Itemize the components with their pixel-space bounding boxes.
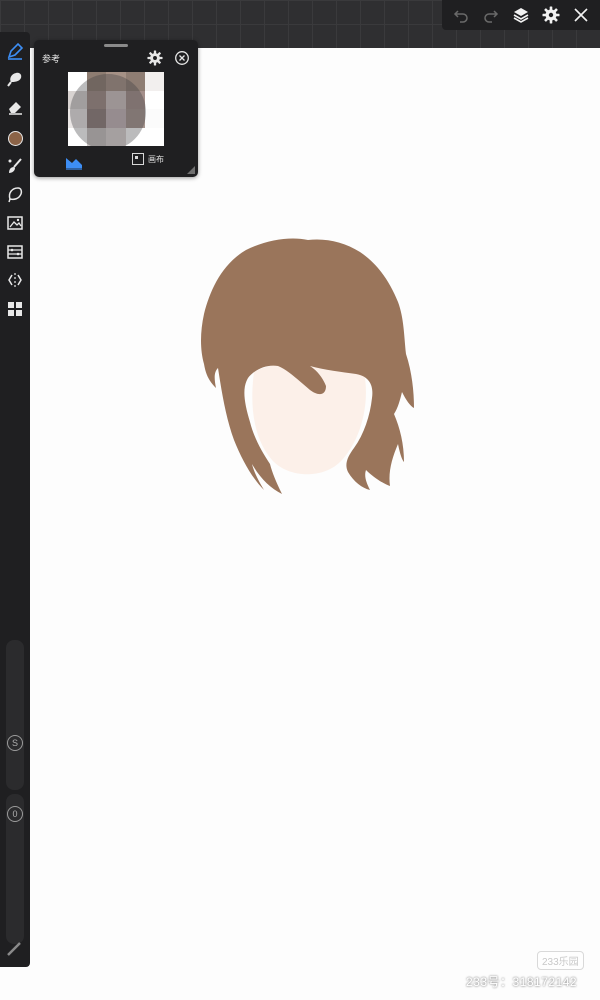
eraser-icon bbox=[9, 102, 22, 115]
adjustments-icon bbox=[7, 245, 23, 259]
image-transform-icon bbox=[7, 216, 23, 230]
drawing-canvas[interactable] bbox=[28, 48, 600, 1000]
color-picker-button[interactable] bbox=[4, 127, 26, 149]
watermark-badge: 233乐园 bbox=[537, 951, 584, 970]
opacity-knob[interactable]: 0 bbox=[7, 806, 23, 822]
pen-tool-button[interactable] bbox=[4, 40, 26, 62]
brush-size-label: S bbox=[11, 738, 18, 748]
gallery-button[interactable] bbox=[4, 298, 26, 320]
reference-image-mode-button[interactable]: 画布 bbox=[132, 153, 164, 165]
eyedropper-button[interactable] bbox=[4, 937, 26, 959]
reference-panel: 参考 画布 bbox=[34, 40, 198, 177]
undo-icon bbox=[453, 10, 468, 23]
color-swatch bbox=[7, 130, 23, 146]
brush-size-knob[interactable]: S bbox=[7, 735, 23, 751]
reference-canvas-mode-button[interactable] bbox=[64, 152, 84, 170]
redo-icon bbox=[484, 10, 499, 23]
symmetry-button[interactable] bbox=[4, 269, 26, 291]
close-icon bbox=[574, 8, 588, 22]
close-circle-icon bbox=[175, 51, 189, 65]
reference-brush-cursor bbox=[70, 74, 146, 146]
eraser-button[interactable] bbox=[4, 96, 26, 118]
smudge-tool-icon bbox=[7, 72, 22, 87]
adjustments-button[interactable] bbox=[4, 241, 26, 263]
layers-icon bbox=[513, 8, 529, 23]
image-transform-button[interactable] bbox=[4, 212, 26, 234]
reference-close-button[interactable] bbox=[174, 50, 190, 66]
gallery-icon bbox=[8, 302, 22, 316]
canvas-mode-icon bbox=[66, 158, 82, 170]
smudge-tool-button[interactable] bbox=[4, 68, 26, 90]
left-toolbar: S 0 bbox=[0, 32, 30, 967]
close-button[interactable] bbox=[568, 2, 594, 28]
reference-image[interactable] bbox=[68, 72, 164, 146]
image-mode-icon bbox=[132, 153, 144, 165]
pen-tool-icon bbox=[7, 42, 24, 60]
undo-button[interactable] bbox=[448, 2, 474, 28]
hair-illustration bbox=[201, 238, 414, 494]
top-toolbar bbox=[442, 0, 600, 30]
brush-icon bbox=[8, 158, 22, 173]
opacity-label: 0 bbox=[12, 809, 18, 819]
brush-button[interactable] bbox=[4, 155, 26, 177]
watermark-text: 233号：318172142 bbox=[466, 975, 578, 989]
gear-icon bbox=[542, 6, 560, 24]
gear-icon bbox=[147, 50, 163, 66]
reference-settings-button[interactable] bbox=[147, 50, 163, 66]
symmetry-icon bbox=[8, 273, 22, 287]
redo-button[interactable] bbox=[478, 2, 504, 28]
brush-size-slider[interactable] bbox=[6, 640, 24, 790]
reference-panel-drag-handle[interactable] bbox=[104, 44, 128, 47]
layers-button[interactable] bbox=[508, 2, 534, 28]
reference-resize-handle[interactable] bbox=[187, 166, 195, 174]
lasso-icon bbox=[8, 187, 23, 203]
image-mode-label: 画布 bbox=[148, 154, 164, 164]
eyedropper-icon bbox=[7, 942, 21, 956]
lasso-button[interactable] bbox=[4, 183, 26, 205]
reference-panel-title: 参考 bbox=[42, 54, 61, 64]
settings-button[interactable] bbox=[538, 2, 564, 28]
